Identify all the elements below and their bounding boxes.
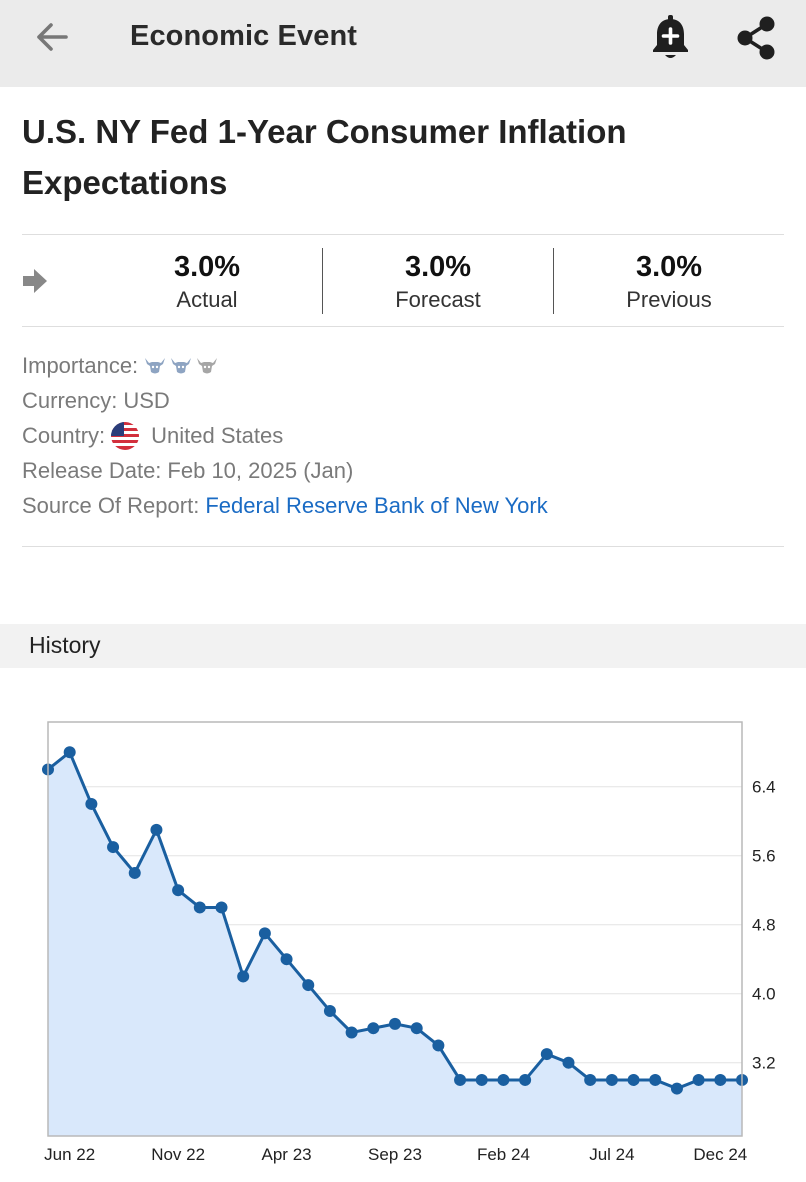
forecast-stat: 3.0% Forecast — [323, 248, 553, 314]
data-point — [107, 841, 120, 854]
share-icon — [735, 15, 777, 66]
stats-row: 3.0% Actual 3.0% Forecast 3.0% Previous — [22, 236, 784, 326]
page-title: Economic Event — [130, 20, 358, 52]
data-point — [172, 884, 185, 897]
share-button[interactable] — [732, 14, 780, 66]
bull-icon — [196, 357, 218, 375]
actual-label: Actual — [176, 287, 238, 312]
data-point — [670, 1082, 683, 1095]
source-label: Source Of Report: — [22, 493, 200, 518]
data-point — [432, 1039, 445, 1052]
history-chart[interactable]: 6.4 5.6 4.8 4.0 3.2 Jun 22 Nov 22 Apr 23 Sep 23 F… — [0, 700, 806, 1178]
source-row: Source Of Report: Federal Reserve Bank o… — [22, 488, 784, 523]
data-point — [605, 1073, 618, 1086]
data-point — [389, 1017, 401, 1030]
data-point — [584, 1073, 597, 1086]
release-value: Feb 10, 2025 (Jan) — [167, 458, 354, 483]
app-bar: Economic Event — [0, 0, 806, 87]
x-tick-label: Jun 22 — [44, 1145, 95, 1164]
currency-label: Currency: — [22, 388, 118, 413]
importance-label: Importance: — [22, 353, 139, 378]
x-tick-label: Jul 24 — [589, 1145, 634, 1164]
y-tick-label: 4.8 — [752, 916, 776, 935]
event-title: U.S. NY Fed 1-Year Consumer Inflation Ex… — [22, 113, 627, 201]
data-point — [367, 1022, 380, 1035]
forecast-label: Forecast — [395, 287, 481, 312]
data-point — [714, 1073, 727, 1086]
previous-label: Previous — [626, 287, 712, 312]
divider — [22, 546, 784, 547]
add-alert-button[interactable] — [646, 14, 694, 66]
x-tick-label: Apr 23 — [262, 1145, 312, 1164]
data-point — [627, 1073, 640, 1086]
data-point — [85, 797, 98, 810]
data-point — [540, 1048, 553, 1061]
data-point — [237, 970, 250, 983]
data-point — [280, 953, 293, 966]
bull-icon — [170, 357, 192, 375]
x-tick-label: Nov 22 — [151, 1145, 205, 1164]
country-row: Country: United States — [22, 418, 784, 453]
x-tick-label: Sep 23 — [368, 1145, 422, 1164]
y-tick-label: 3.2 — [752, 1054, 776, 1073]
data-point — [258, 927, 271, 940]
release-label: Release Date: — [22, 458, 162, 483]
currency-value: USD — [123, 388, 170, 413]
data-point — [302, 979, 315, 992]
x-tick-label: Dec 24 — [693, 1145, 747, 1164]
data-point — [649, 1073, 662, 1086]
data-point — [475, 1073, 488, 1086]
data-point — [454, 1073, 467, 1086]
data-point — [63, 746, 76, 759]
importance-row: Importance: — [22, 348, 784, 383]
event-details: Importance: Currency: USD Country: Unite… — [22, 348, 784, 523]
data-point — [215, 901, 228, 914]
release-row: Release Date: Feb 10, 2025 (Jan) — [22, 453, 784, 488]
history-section-header: History — [0, 624, 806, 668]
data-point — [562, 1056, 575, 1069]
bull-icon — [144, 357, 166, 375]
country-value: United States — [151, 423, 284, 448]
currency-row: Currency: USD — [22, 383, 784, 418]
us-flag-icon — [111, 421, 140, 450]
previous-stat: 3.0% Previous — [554, 248, 784, 314]
y-tick-label: 4.0 — [752, 985, 776, 1004]
data-point — [193, 901, 206, 914]
country-label: Country: — [22, 423, 106, 448]
data-point — [692, 1073, 705, 1086]
data-point — [128, 866, 141, 879]
y-tick-label: 5.6 — [752, 847, 776, 866]
bell-add-icon — [650, 14, 690, 67]
y-tick-label: 6.4 — [752, 778, 776, 797]
data-point — [410, 1022, 423, 1035]
divider — [22, 234, 784, 235]
previous-value: 3.0% — [635, 251, 703, 283]
data-point — [519, 1073, 532, 1086]
source-link[interactable]: Federal Reserve Bank of New York — [205, 488, 547, 523]
data-point — [345, 1026, 358, 1039]
actual-stat: 3.0% Actual — [92, 248, 322, 314]
arrow-left-icon — [35, 22, 69, 57]
data-point — [150, 823, 163, 836]
data-point — [497, 1073, 510, 1086]
forecast-value: 3.0% — [404, 251, 472, 283]
x-tick-label: Feb 24 — [477, 1145, 530, 1164]
history-label: History — [29, 632, 101, 658]
divider — [22, 326, 784, 327]
back-button[interactable] — [28, 18, 76, 60]
data-point — [323, 1004, 336, 1017]
arrow-right-icon — [22, 268, 48, 299]
actual-value: 3.0% — [173, 251, 241, 283]
